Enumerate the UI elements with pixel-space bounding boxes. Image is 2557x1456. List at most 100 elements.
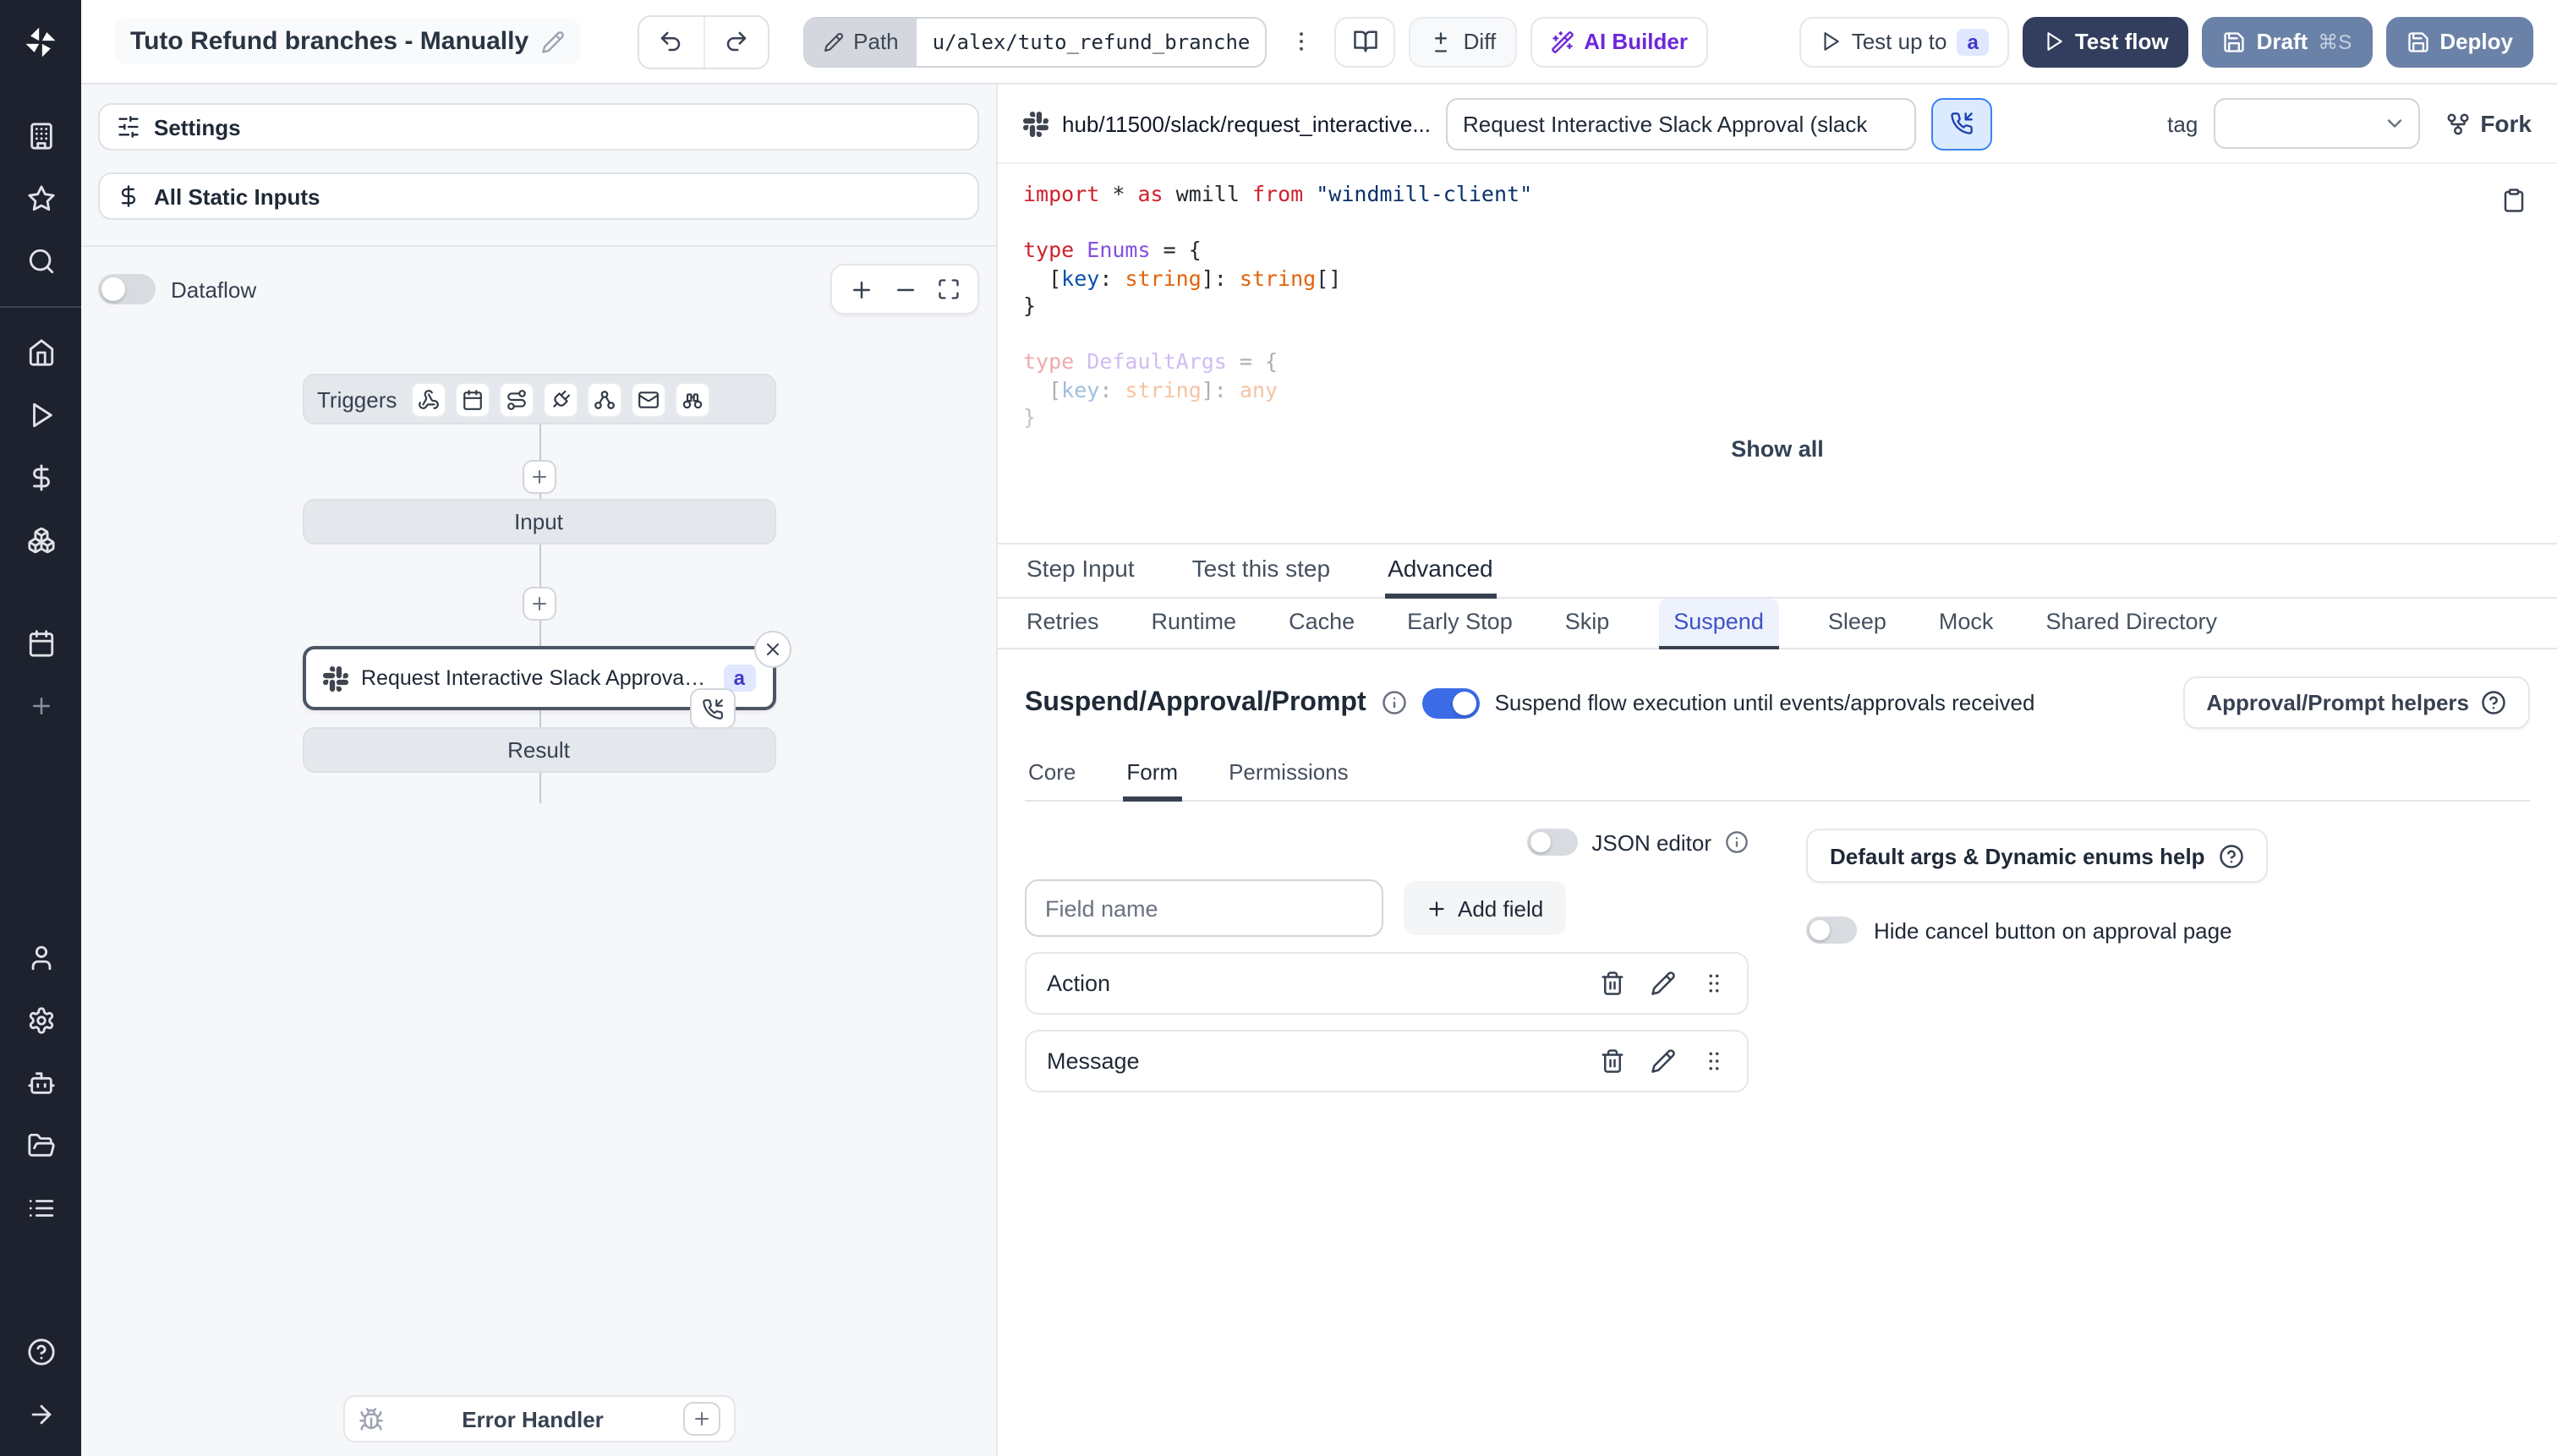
play-icon [2043, 30, 2065, 52]
suspend-shortcut-button[interactable] [1931, 97, 1993, 150]
tab-permissions[interactable]: Permissions [1225, 751, 1352, 802]
delete-field-button[interactable] [1600, 971, 1625, 996]
flow-settings-button[interactable]: Settings [98, 103, 979, 151]
subtab-early-stop[interactable]: Early Stop [1404, 599, 1516, 649]
draft-button[interactable]: Draft ⌘S [2202, 16, 2373, 67]
subtab-shared-directory[interactable]: Shared Directory [2042, 599, 2220, 649]
info-icon[interactable] [1725, 830, 1749, 854]
hub-script-path[interactable]: hub/11500/slack/request_interactive... [1023, 111, 1431, 136]
path-input[interactable] [917, 18, 1266, 65]
subtab-sleep[interactable]: Sleep [1825, 599, 1890, 649]
poll-trigger-chip[interactable] [674, 381, 710, 417]
tab-step-input[interactable]: Step Input [1023, 545, 1138, 599]
tab-advanced[interactable]: Advanced [1384, 545, 1497, 599]
add-field-button[interactable]: Add field [1404, 881, 1566, 935]
fit-view-button[interactable] [932, 267, 966, 311]
sidebar-item-home[interactable] [0, 321, 81, 384]
code-editor[interactable]: import * as wmill from "windmill-client"… [998, 164, 2557, 545]
drag-field-handle[interactable] [1701, 1048, 1727, 1074]
subtab-retries[interactable]: Retries [1023, 599, 1103, 649]
sidebar-item-workspace[interactable] [0, 105, 81, 167]
drag-field-handle[interactable] [1701, 971, 1727, 996]
subtab-runtime[interactable]: Runtime [1148, 599, 1240, 649]
sidebar-item-help[interactable] [0, 1321, 81, 1383]
form-field-row-action[interactable]: Action [1025, 952, 1749, 1015]
edit-title-pencil-icon[interactable] [540, 30, 564, 53]
suspend-enabled-toggle[interactable] [1421, 687, 1480, 718]
input-node[interactable]: Input [302, 499, 775, 545]
add-error-handler-button[interactable] [682, 1402, 720, 1436]
subtab-cache[interactable]: Cache [1285, 599, 1358, 649]
webhook-trigger-chip[interactable] [410, 381, 446, 417]
tab-form[interactable]: Form [1123, 751, 1182, 802]
zoom-out-button[interactable] [888, 267, 922, 311]
insert-step-button-top[interactable] [522, 460, 556, 494]
email-trigger-chip[interactable] [630, 381, 666, 417]
tag-select[interactable] [2213, 98, 2420, 149]
flow-title-wrap[interactable]: Tuto Refund branches - Manually [115, 19, 580, 64]
dataflow-toggle[interactable] [98, 274, 156, 304]
edit-field-button[interactable] [1651, 1048, 1676, 1074]
docs-button[interactable] [1334, 16, 1396, 67]
sidebar-expand-button[interactable] [0, 1383, 81, 1446]
sidebar-item-add[interactable] [0, 675, 81, 737]
sidebar-item-favorites[interactable] [0, 167, 81, 230]
schedule-trigger-chip[interactable] [454, 381, 490, 417]
route-trigger-chip[interactable] [498, 381, 534, 417]
sidebar-item-settings[interactable] [0, 989, 81, 1052]
field-name-input[interactable] [1025, 879, 1383, 937]
path-edit-button[interactable]: Path [804, 18, 917, 65]
sidebar-item-runs[interactable] [0, 384, 81, 446]
sidebar-item-users[interactable] [0, 927, 81, 989]
settings-label: Settings [154, 114, 241, 140]
sidebar-item-logs[interactable] [0, 1177, 81, 1240]
zoom-in-button[interactable] [844, 267, 878, 311]
hide-cancel-toggle[interactable] [1806, 917, 1857, 944]
diff-button[interactable]: Diff [1409, 16, 1517, 67]
delete-step-button[interactable] [753, 631, 791, 668]
all-static-inputs-button[interactable]: All Static Inputs [98, 172, 979, 220]
git-fork-icon [2445, 111, 2470, 136]
undo-button[interactable] [638, 16, 704, 67]
show-all-button[interactable]: Show all [1731, 436, 1824, 462]
subtab-mock[interactable]: Mock [1936, 599, 1997, 649]
insert-step-button-middle[interactable] [522, 587, 556, 621]
test-up-to-button[interactable]: Test up to a [1799, 16, 2009, 67]
sidebar-item-variables[interactable] [0, 446, 81, 509]
tab-core[interactable]: Core [1025, 751, 1079, 802]
redo-button[interactable] [703, 16, 768, 67]
step-name-input[interactable] [1446, 97, 1917, 150]
triggers-node[interactable]: Triggers [302, 374, 775, 424]
error-handler-node[interactable]: Error Handler [342, 1395, 735, 1442]
add-field-label: Add field [1458, 895, 1544, 921]
more-menu-button[interactable] [1281, 16, 1322, 67]
websocket-trigger-chip[interactable] [542, 381, 578, 417]
slack-approval-step-node[interactable]: Request Interactive Slack Approval (... … [302, 631, 791, 729]
result-node[interactable]: Result [302, 727, 775, 773]
subtab-skip[interactable]: Skip [1562, 599, 1613, 649]
sidebar-item-resources[interactable] [0, 509, 81, 572]
json-editor-toggle[interactable] [1527, 829, 1579, 856]
sidebar-item-schedules[interactable] [0, 612, 81, 675]
sidebar-item-workers[interactable] [0, 1052, 81, 1114]
boxes-icon [26, 526, 55, 555]
default-args-help-button[interactable]: Default args & Dynamic enums help [1806, 829, 2268, 883]
info-icon[interactable] [1382, 690, 1407, 715]
kafka-trigger-chip[interactable] [586, 381, 622, 417]
fork-button[interactable]: Fork [2445, 110, 2532, 137]
tab-test-this-step[interactable]: Test this step [1189, 545, 1333, 599]
sidebar-item-search[interactable] [0, 230, 81, 293]
test-flow-button[interactable]: Test flow [2022, 16, 2189, 67]
ai-builder-button[interactable]: AI Builder [1530, 16, 1708, 67]
copy-code-button[interactable] [2501, 188, 2527, 213]
delete-field-button[interactable] [1600, 1048, 1625, 1074]
deploy-button[interactable]: Deploy [2385, 16, 2533, 67]
star-icon [26, 184, 55, 213]
approval-prompt-helpers-button[interactable]: Approval/Prompt helpers [2182, 676, 2530, 729]
edit-field-button[interactable] [1651, 971, 1676, 996]
close-icon [762, 639, 782, 660]
suspend-indicator-chip[interactable] [689, 688, 735, 729]
form-field-row-message[interactable]: Message [1025, 1030, 1749, 1092]
sidebar-item-folders[interactable] [0, 1114, 81, 1177]
subtab-suspend[interactable]: Suspend [1658, 599, 1779, 649]
